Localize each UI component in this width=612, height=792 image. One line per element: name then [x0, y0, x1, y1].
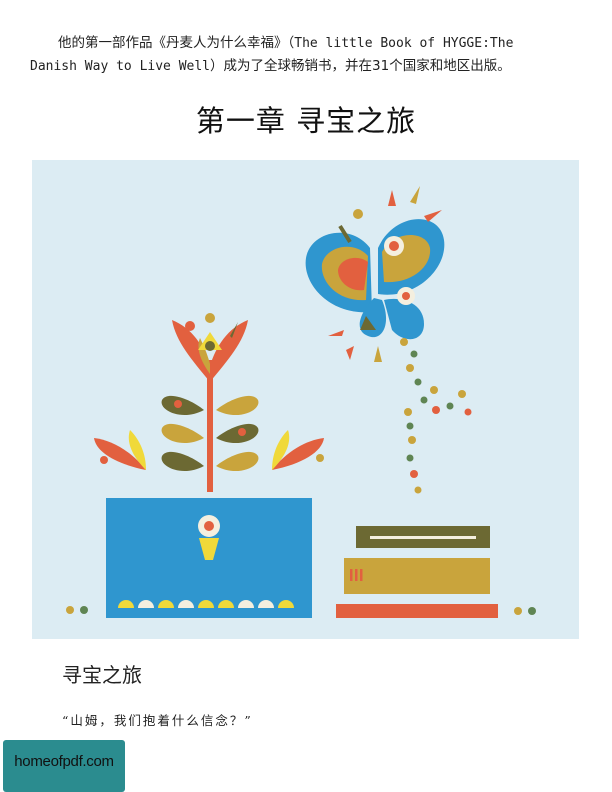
intro-text-1: 他的第一部作品《丹麦人为什么幸福》（: [58, 35, 295, 51]
watermark-badge: homeofpdf.com: [3, 740, 125, 792]
chapter-title: 第一章 寻宝之旅: [195, 104, 417, 138]
intro-book-title-2: Danish Way to Live Well: [30, 59, 211, 74]
intro-paragraph: 他的第一部作品《丹麦人为什么幸福》（The little Book of HYG…: [30, 32, 590, 78]
intro-book-title-1: The little Book of HYGGE:The: [294, 36, 514, 51]
intro-text-2: ）成为了全球畅销书，并在31个国家和地区出版。: [210, 58, 511, 74]
watermark-text: homeofpdf.com: [14, 753, 114, 770]
section-title: 寻宝之旅: [62, 663, 142, 687]
opening-quote: “山姆，我们抱着什么信念？”: [62, 713, 253, 728]
chapter-illustration: [32, 160, 579, 639]
